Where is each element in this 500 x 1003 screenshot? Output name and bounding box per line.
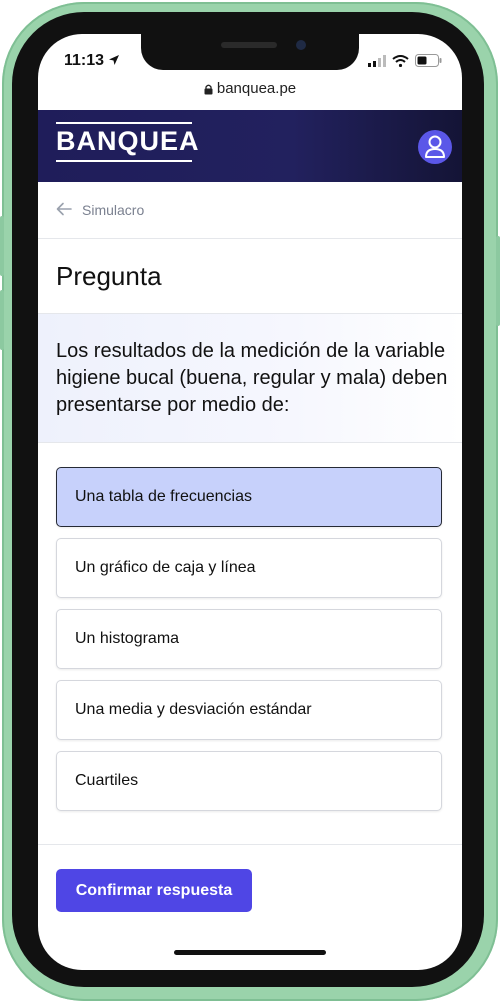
user-avatar-button[interactable] [418,130,452,164]
question-panel: Los resultados de la medición de la vari… [38,314,462,443]
url-text: banquea.pe [216,80,297,97]
answer-option-label: Un histograma [75,630,180,647]
page-title-bar: Pregunta [38,239,462,314]
phone-screen: 11:13 banquea.pe BANQUEA Simulacro Pregu… [38,34,462,970]
wifi-icon [392,54,409,67]
answer-option[interactable]: Una tabla de frecuencias [56,467,442,527]
app-header: BANQUEA [38,110,462,182]
logo-text: BANQUEA [56,126,200,156]
back-arrow-icon[interactable] [56,202,72,216]
device-side-button [0,290,4,350]
device-side-button [496,236,500,326]
page-title: Pregunta [56,261,162,291]
answer-option[interactable]: Un gráfico de caja y línea [56,538,442,598]
device-notch [141,34,359,70]
answer-option[interactable]: Un histograma [56,609,442,669]
speaker-grille [221,42,277,48]
status-time: 11:13 [64,52,105,69]
device-side-button [0,216,4,276]
lock-icon [204,84,213,95]
action-footer: Confirmar respuesta [38,844,462,937]
breadcrumb: Simulacro [38,182,462,239]
answer-option-label: Cuartiles [75,772,139,789]
signal-icon [368,54,386,67]
answer-option[interactable]: Cuartiles [56,751,442,811]
user-icon [425,135,445,158]
battery-icon [415,54,442,67]
banquea-logo[interactable]: BANQUEA [56,122,200,162]
answer-option-label: Una media y desviación estándar [75,701,312,718]
location-arrow-icon [109,55,119,65]
front-camera [296,40,306,50]
answer-option-label: Una tabla de frecuencias [75,488,252,505]
answer-option[interactable]: Una media y desviación estándar [56,680,442,740]
address-bar[interactable]: banquea.pe [38,80,462,110]
home-indicator[interactable] [174,950,326,955]
question-text: Los resultados de la medición de la vari… [56,340,448,416]
confirm-answer-button[interactable]: Confirmar respuesta [56,869,252,912]
answer-option-label: Un gráfico de caja y línea [75,559,256,576]
breadcrumb-simulacro-link[interactable]: Simulacro [82,202,144,218]
